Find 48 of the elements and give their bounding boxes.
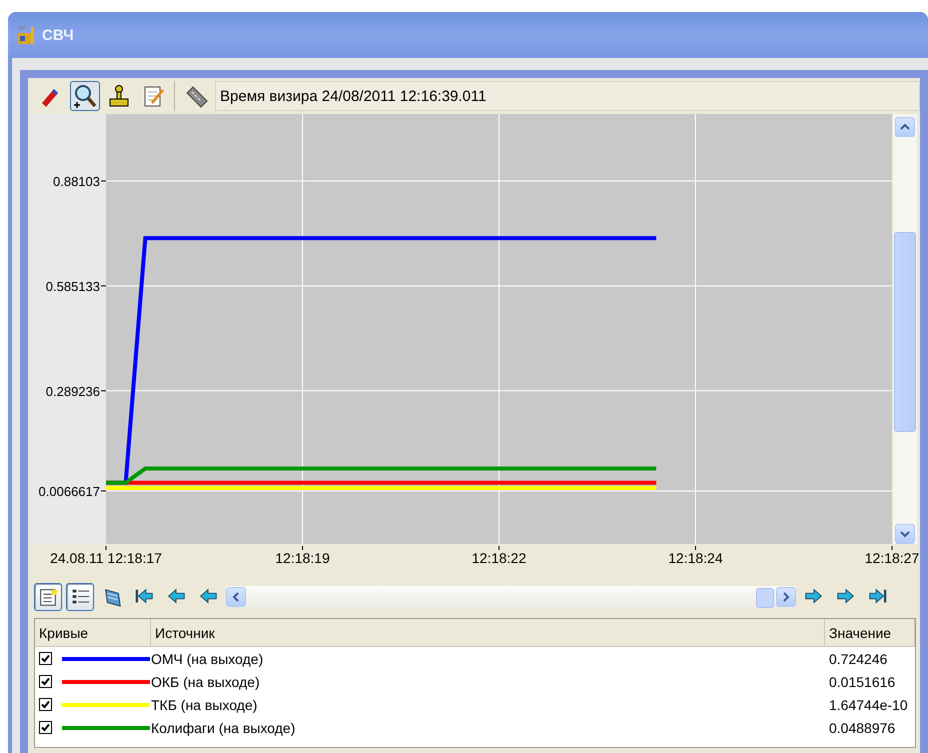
table-cell-text: ОКБ (на выходе) <box>151 674 261 690</box>
window-title: СВЧ <box>42 26 74 44</box>
caret-down-icon <box>900 530 910 538</box>
caret-left-icon <box>232 592 240 602</box>
caret-right-icon <box>782 592 790 602</box>
legend-button[interactable] <box>34 583 62 611</box>
column-header[interactable]: Значение <box>825 619 915 647</box>
x-tick-label: 24.08.11 12:18:17 <box>50 550 162 566</box>
column-header[interactable]: Источник <box>151 619 825 647</box>
scroll-down-button[interactable] <box>895 524 915 544</box>
checkbox[interactable] <box>39 675 52 688</box>
table-cell-text: 1.64744e-10 <box>828 696 909 712</box>
x-tick-label: 12:18:27 <box>864 550 920 566</box>
factory-icon <box>16 24 36 46</box>
list-button[interactable] <box>66 583 94 611</box>
table-cell-text: ТКБ (на выходе) <box>151 696 258 712</box>
checkbox[interactable] <box>39 698 52 711</box>
table-cell-text: 0.0488976 <box>828 720 896 736</box>
x-tick-label: 12:18:24 <box>668 550 723 566</box>
horizontal-scrollbar[interactable] <box>226 586 796 608</box>
x-tick-label: 12:18:19 <box>275 550 330 566</box>
checkmark-icon <box>41 654 50 663</box>
table-cell-text: Колифаги (на выходе) <box>151 720 296 736</box>
vertical-scrollbar[interactable] <box>893 114 917 544</box>
checkbox[interactable] <box>39 652 52 665</box>
table-cell-text: ОМЧ (на выходе) <box>151 650 264 666</box>
y-tick-label: 0.88103 <box>53 174 100 189</box>
y-tick-label: 0.289236 <box>46 384 100 399</box>
checkbox[interactable] <box>39 721 52 734</box>
legend-icon <box>37 586 59 608</box>
scrollbar-thumb[interactable] <box>756 588 774 608</box>
column-header[interactable]: Кривые <box>35 619 151 647</box>
scrollbar-thumb[interactable] <box>894 232 916 432</box>
checkmark-icon <box>41 700 50 709</box>
checkmark-icon <box>41 723 50 732</box>
scroll-right-button[interactable] <box>776 587 796 607</box>
table-cell-text: 0.0151616 <box>828 674 896 690</box>
x-tick-label: 12:18:22 <box>472 550 526 566</box>
y-tick-label: 0.0066617 <box>38 484 100 499</box>
caret-up-icon <box>900 123 910 131</box>
cursor-time-field: Время визира 24/08/2011 12:16:39.011 <box>215 81 920 111</box>
zoom-button[interactable] <box>70 81 100 111</box>
table-cell-text: 0.724246 <box>828 650 888 666</box>
zoom-icon <box>72 83 98 109</box>
y-tick-label: 0.585133 <box>46 278 100 294</box>
scroll-up-button[interactable] <box>895 117 915 137</box>
scroll-left-button[interactable] <box>226 587 246 607</box>
checkmark-icon <box>41 677 50 686</box>
